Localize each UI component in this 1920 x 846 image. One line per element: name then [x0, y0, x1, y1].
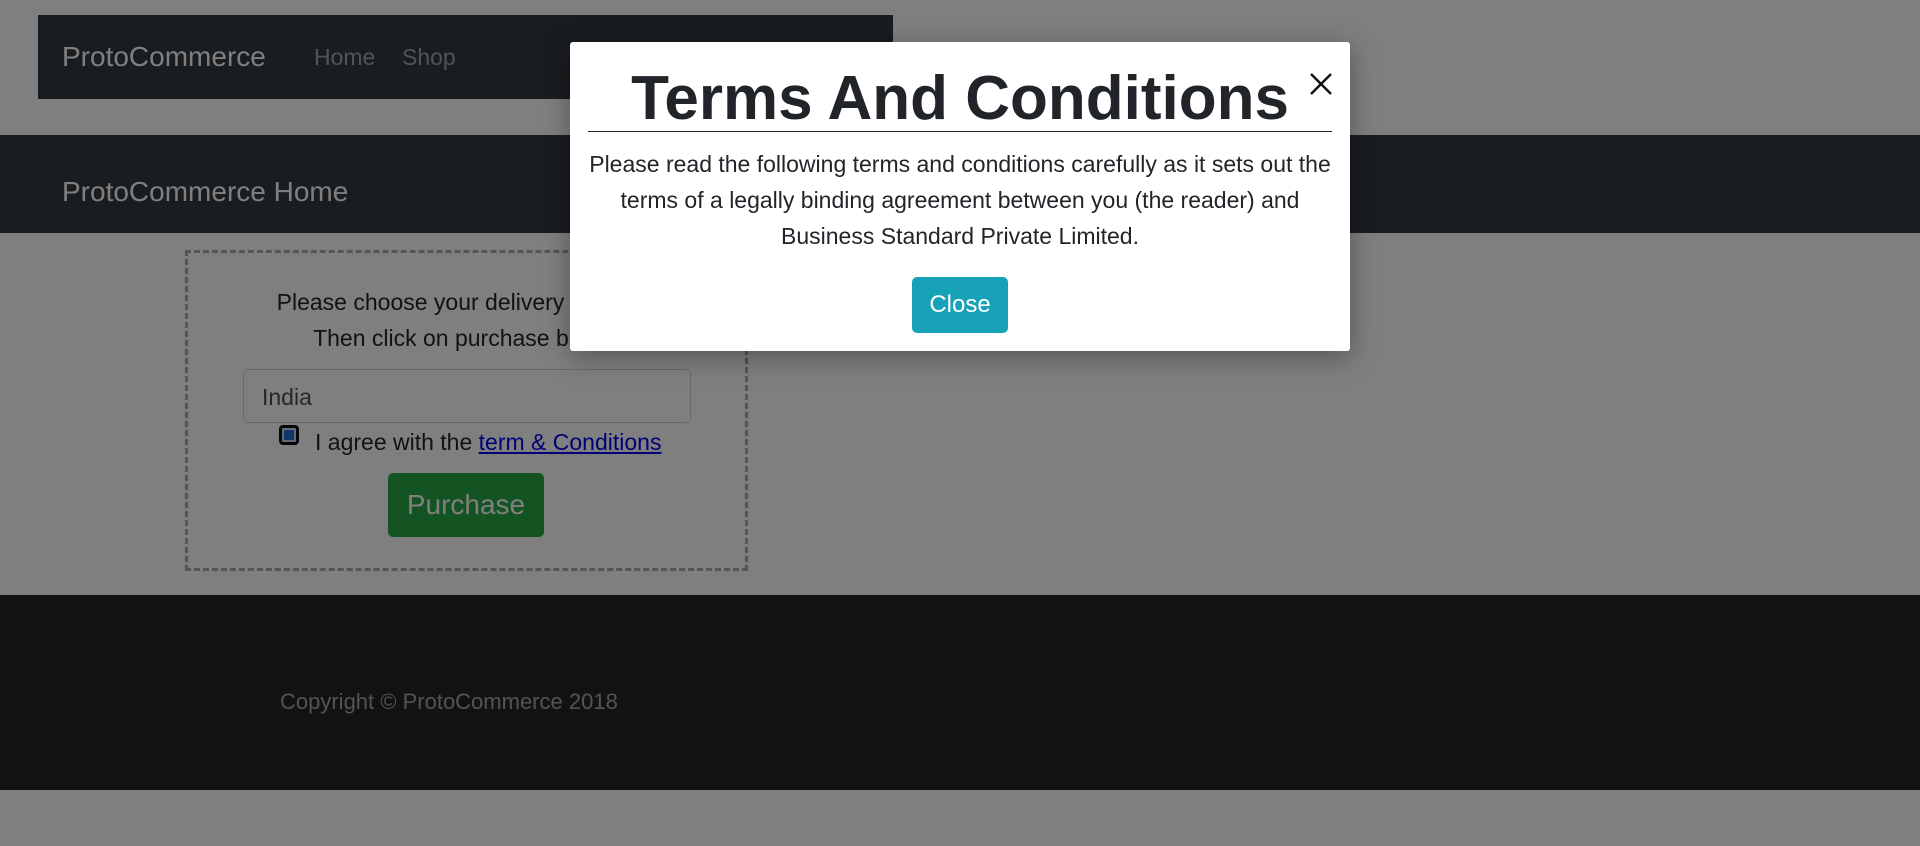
terms-modal: Terms And Conditions Please read the fol… — [570, 42, 1350, 351]
close-button[interactable]: Close — [912, 277, 1008, 333]
modal-title: Terms And Conditions — [631, 64, 1289, 133]
modal-body-text: Please read the following terms and cond… — [589, 151, 1331, 249]
modal-title-divider — [588, 131, 1332, 132]
close-icon[interactable] — [1303, 66, 1339, 102]
